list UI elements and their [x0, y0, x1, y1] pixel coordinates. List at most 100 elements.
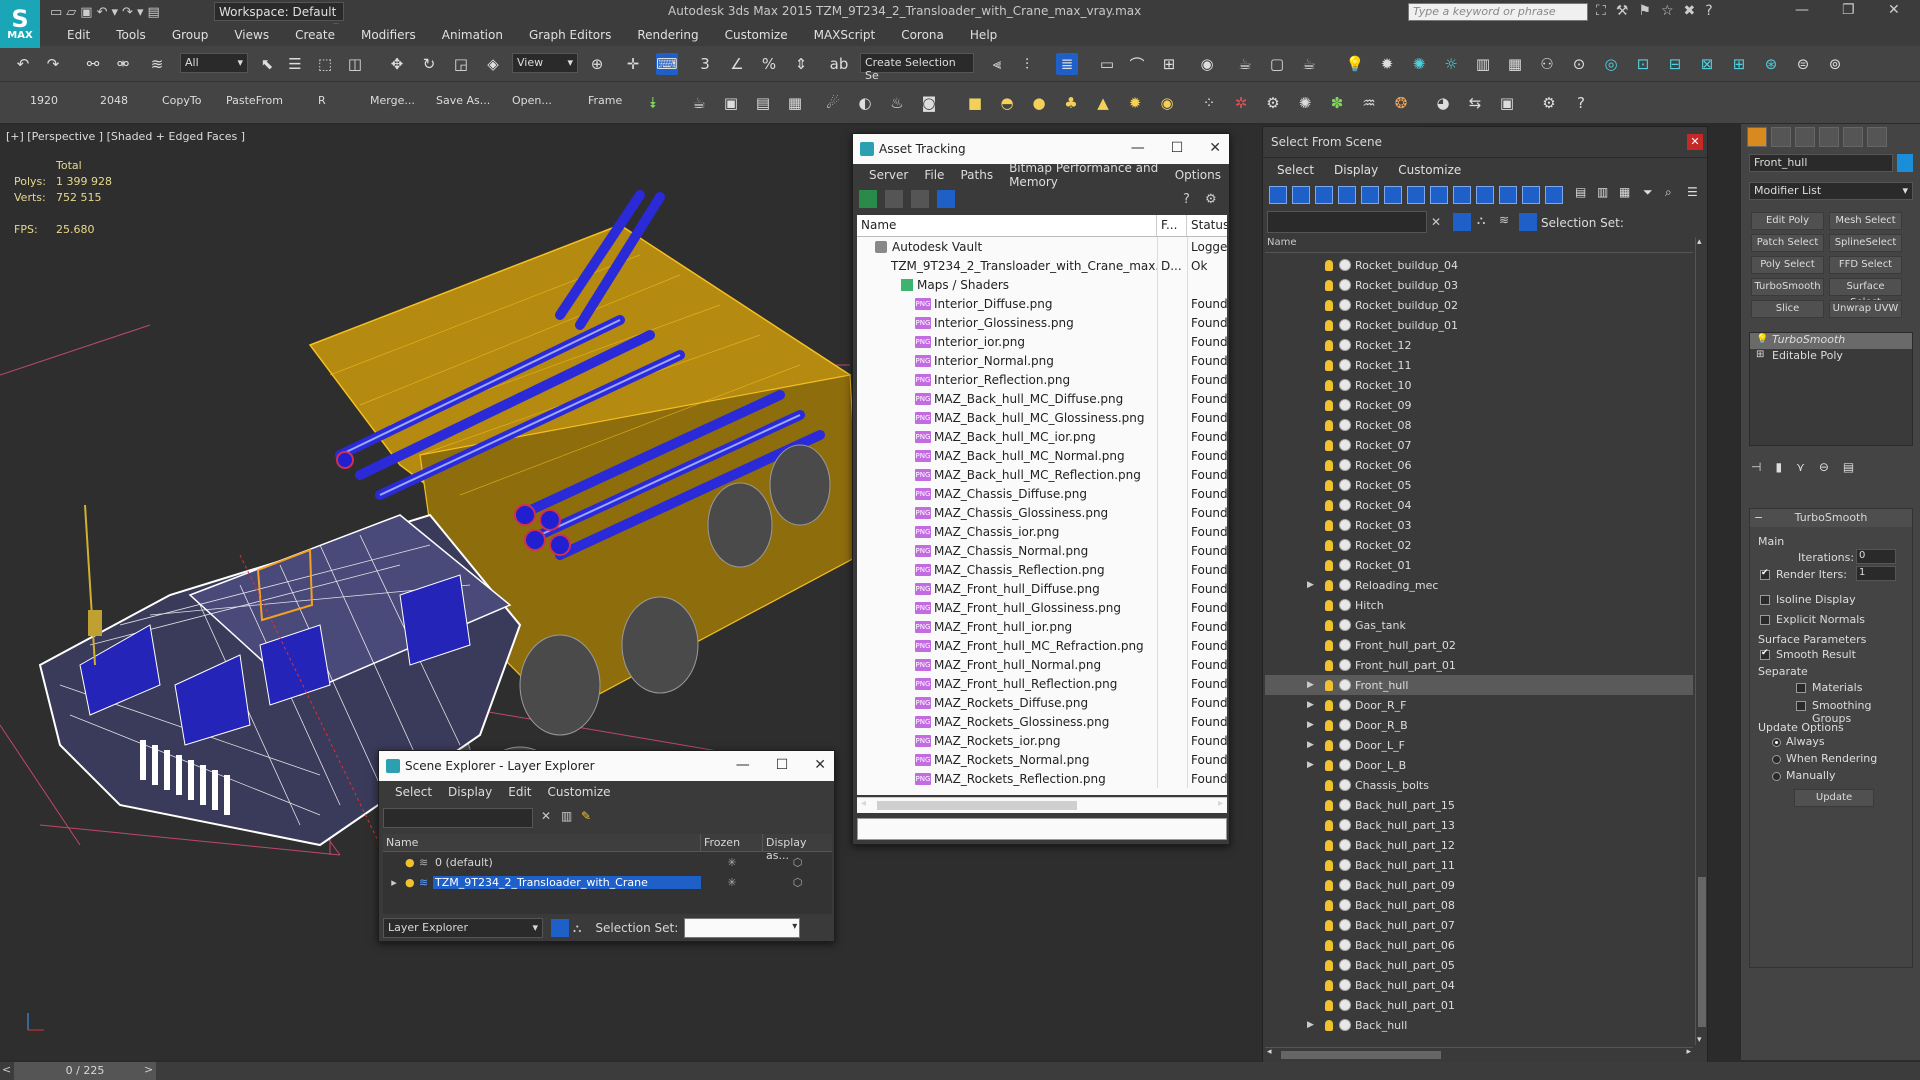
vfb-icon[interactable]: ◙ [918, 92, 940, 114]
save-icon[interactable]: ▣ [80, 5, 92, 20]
filter-shapes-icon[interactable] [1292, 186, 1310, 204]
vray-proxy-icon[interactable]: ▦ [1504, 53, 1526, 75]
filter-spacewarps-icon[interactable] [1384, 186, 1402, 204]
percent-snap-icon[interactable]: % [758, 53, 780, 75]
close-icon[interactable]: ✕ [1687, 134, 1703, 150]
signin-icon[interactable]: ⚑ [1638, 3, 1651, 19]
scene-object-row[interactable]: Rocket_buildup_03 [1265, 275, 1693, 295]
patch-select-button[interactable]: Patch Select [1751, 234, 1824, 252]
light-lister-icon[interactable]: ☄ [822, 92, 844, 114]
restore-icon[interactable]: ❐ [1842, 2, 1855, 18]
subscription-icon[interactable]: ⚒ [1616, 3, 1629, 19]
se-menu-display[interactable]: Display [440, 785, 500, 799]
scroll-up-icon[interactable]: ▴ [1697, 237, 1702, 247]
grid-icon[interactable]: ▦ [784, 92, 806, 114]
hierarchy-tab-icon[interactable] [1795, 127, 1815, 147]
scroll-left-icon[interactable]: ◂ [1267, 1047, 1272, 1057]
menu-create[interactable]: Create [282, 28, 348, 42]
se-col-name[interactable]: Name [383, 834, 701, 851]
scene-object-row[interactable]: Front_hull_part_01 [1265, 655, 1693, 675]
expand-arrow-icon[interactable]: ▶ [1307, 680, 1314, 690]
asset-row[interactable]: PNG MAZ_Front_hull_Normal.png Found [857, 655, 1227, 674]
fur-icon[interactable]: ✽ [1326, 92, 1348, 114]
frame-button[interactable]: Frame [588, 94, 622, 107]
time-slider[interactable]: 0 / 225 [14, 1062, 156, 1080]
scene-object-row[interactable]: Back_hull_part_07 [1265, 915, 1693, 935]
named-selection-dropdown[interactable]: Create Selection Se [860, 53, 974, 82]
asset-row[interactable]: PNG MAZ_Front_hull_MC_Refraction.png Found [857, 636, 1227, 655]
scene-object-row[interactable]: ▶ Door_R_B [1265, 715, 1693, 735]
lightbulb-icon[interactable] [1325, 619, 1333, 631]
filter-containers-icon[interactable] [1476, 186, 1494, 204]
filter-cameras-icon[interactable] [1338, 186, 1356, 204]
sun-icon[interactable]: ✹ [1376, 53, 1398, 75]
lightbulb-icon[interactable] [1325, 679, 1333, 691]
list-view-icon[interactable] [885, 190, 903, 208]
asset-hscroll-thumb[interactable] [877, 801, 1077, 810]
menu-rendering[interactable]: Rendering [624, 28, 711, 42]
lightbulb-icon[interactable] [1325, 899, 1333, 911]
curve-editor-icon[interactable]: ⌒ [1126, 53, 1148, 75]
select-all-icon[interactable]: ▤ [1575, 185, 1586, 199]
display-box-icon[interactable]: ⬡ [763, 876, 832, 889]
asset-row[interactable]: PNG Interior_Normal.png Found [857, 351, 1227, 370]
settings2-icon[interactable]: ⚙ [1538, 92, 1560, 114]
asset-row[interactable]: PNG MAZ_Rockets_Normal.png Found [857, 750, 1227, 769]
make-unique-icon[interactable]: ⋎ [1796, 460, 1805, 474]
filter-bones-icon[interactable] [1453, 186, 1471, 204]
sfs-menu-customize[interactable]: Customize [1388, 163, 1471, 177]
mesh-select-button[interactable]: Mesh Select [1829, 212, 1902, 230]
close-icon[interactable]: ✕ [814, 757, 826, 773]
scene-explorer-titlebar[interactable]: Scene Explorer - Layer Explorer — ☐ ✕ [379, 751, 834, 781]
options-icon[interactable]: ☰ [1687, 185, 1698, 199]
scatter-icon[interactable]: ⁘ [1198, 92, 1220, 114]
asset-row[interactable]: PNG MAZ_Chassis_Reflection.png Found [857, 560, 1227, 579]
sfs-menu-select[interactable]: Select [1267, 163, 1324, 177]
display-box-icon[interactable]: ⬡ [763, 856, 832, 869]
update-button[interactable]: Update [1794, 789, 1874, 807]
expand-arrow-icon[interactable]: ▶ [1307, 720, 1314, 730]
lightbulb-icon[interactable] [1325, 359, 1333, 371]
lightbulb-icon[interactable] [1325, 699, 1333, 711]
lightbulb-icon[interactable] [1325, 719, 1333, 731]
save-as-button[interactable]: Save As... [436, 94, 490, 107]
object-name-input[interactable]: Front_hull [1749, 154, 1893, 172]
lightbulb-icon[interactable] [1325, 779, 1333, 791]
se-menu-customize[interactable]: Customize [540, 785, 619, 799]
freeze-icon[interactable]: ✳ [701, 856, 763, 869]
bulb-icon[interactable]: ● [405, 876, 419, 889]
select-object-icon[interactable]: ⬉ [256, 53, 278, 75]
rect-selection-icon[interactable]: ⬚ [314, 53, 336, 75]
sfs-menu-display[interactable]: Display [1324, 163, 1388, 177]
refresh-icon[interactable] [859, 190, 877, 208]
frame-buffer-icon[interactable]: ▥ [1472, 53, 1494, 75]
vray-ies-light-icon[interactable]: ⊛ [1760, 53, 1782, 75]
scene-object-row[interactable]: Rocket_04 [1265, 495, 1693, 515]
scene-object-row[interactable]: Back_hull_part_12 [1265, 835, 1693, 855]
menu-tools[interactable]: Tools [103, 28, 159, 42]
select-manipulate-icon[interactable]: ✛ [622, 53, 644, 75]
lightbulb-icon[interactable] [1325, 319, 1333, 331]
vray-eye-icon[interactable]: ⊚ [1824, 53, 1846, 75]
lightbulb-icon[interactable] [1325, 839, 1333, 851]
asset-row[interactable]: PNG MAZ_Front_hull_Reflection.png Found [857, 674, 1227, 693]
scene-object-row[interactable]: Rocket_buildup_01 [1265, 315, 1693, 335]
modify-tab-icon[interactable] [1771, 127, 1791, 147]
search-input[interactable]: Type a keyword or phrase [1408, 3, 1588, 21]
lightbulb-icon[interactable] [1325, 819, 1333, 831]
copyto-button[interactable]: CopyTo [162, 94, 201, 107]
ffd-select-button[interactable]: FFD Select [1829, 256, 1902, 274]
menu-edit[interactable]: Edit [54, 28, 103, 42]
expand-arrow-icon[interactable]: ▶ [1307, 740, 1314, 750]
stack-item-editable-poly[interactable]: ⊞ Editable Poly [1750, 349, 1912, 365]
asset-row[interactable]: PNG MAZ_Back_hull_MC_ior.png Found [857, 427, 1227, 446]
sphere-icon[interactable]: ● [1028, 92, 1050, 114]
converter-icon[interactable]: ⇆ [1464, 92, 1486, 114]
asset-row[interactable]: PNG MAZ_Chassis_Glossiness.png Found [857, 503, 1227, 522]
bind-spacewarp-icon[interactable]: ≋ [146, 53, 168, 75]
scene-object-row[interactable]: Rocket_12 [1265, 335, 1693, 355]
display-tab-icon[interactable] [1843, 127, 1863, 147]
scroll-down-icon[interactable]: ▾ [1697, 1035, 1702, 1045]
lightbulb-icon[interactable] [1325, 599, 1333, 611]
clear-search-icon[interactable]: ✕ [541, 809, 551, 823]
